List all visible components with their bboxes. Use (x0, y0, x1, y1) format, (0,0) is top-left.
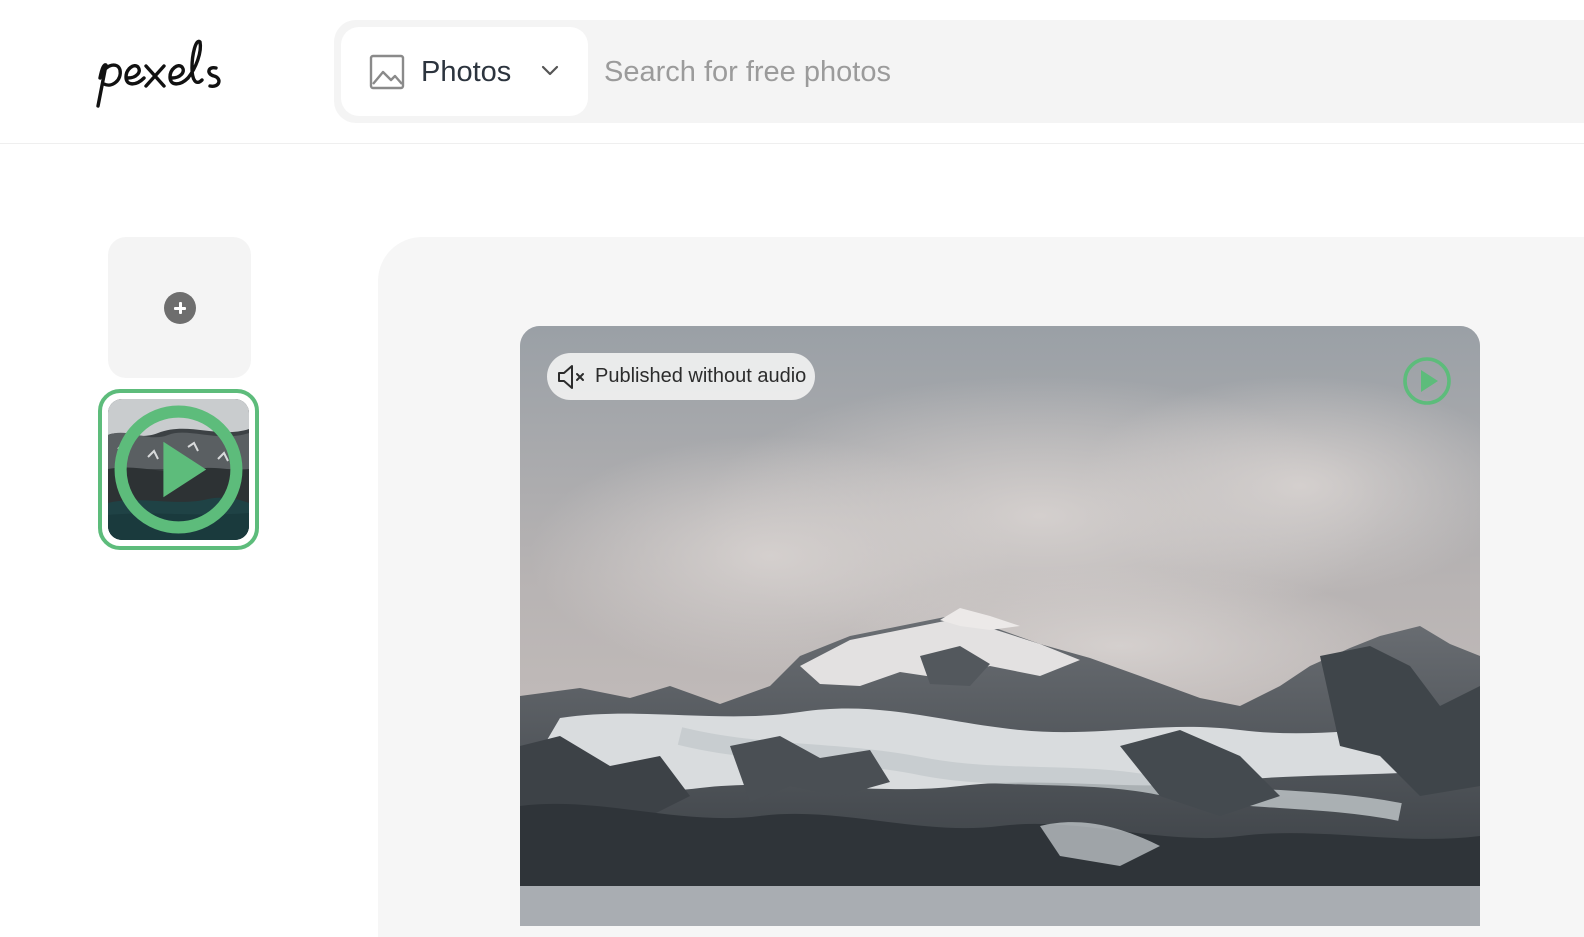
play-circle-icon (114, 405, 243, 534)
thumbnail-image (108, 399, 249, 540)
search-input[interactable] (604, 42, 1504, 102)
search-type-dropdown[interactable]: Photos (341, 27, 588, 116)
top-header: Photos (0, 0, 1584, 144)
mountain-video-frame (520, 326, 1480, 886)
image-icon (369, 54, 405, 90)
search-bar: Photos (334, 20, 1584, 123)
chevron-down-icon (541, 65, 559, 76)
plus-icon (164, 292, 196, 324)
video-preview[interactable]: Published without audio (520, 326, 1480, 926)
pexels-logo[interactable] (92, 34, 252, 110)
play-circle-icon[interactable] (1400, 354, 1454, 408)
search-type-label: Photos (421, 56, 512, 88)
speaker-muted-icon (558, 364, 584, 389)
add-media-button[interactable] (108, 237, 251, 378)
pexels-wordmark (96, 39, 221, 108)
audio-status-badge: Published without audio (547, 353, 816, 400)
audio-status-text: Published without audio (595, 365, 807, 387)
media-thumbnail-selected[interactable] (98, 389, 259, 550)
